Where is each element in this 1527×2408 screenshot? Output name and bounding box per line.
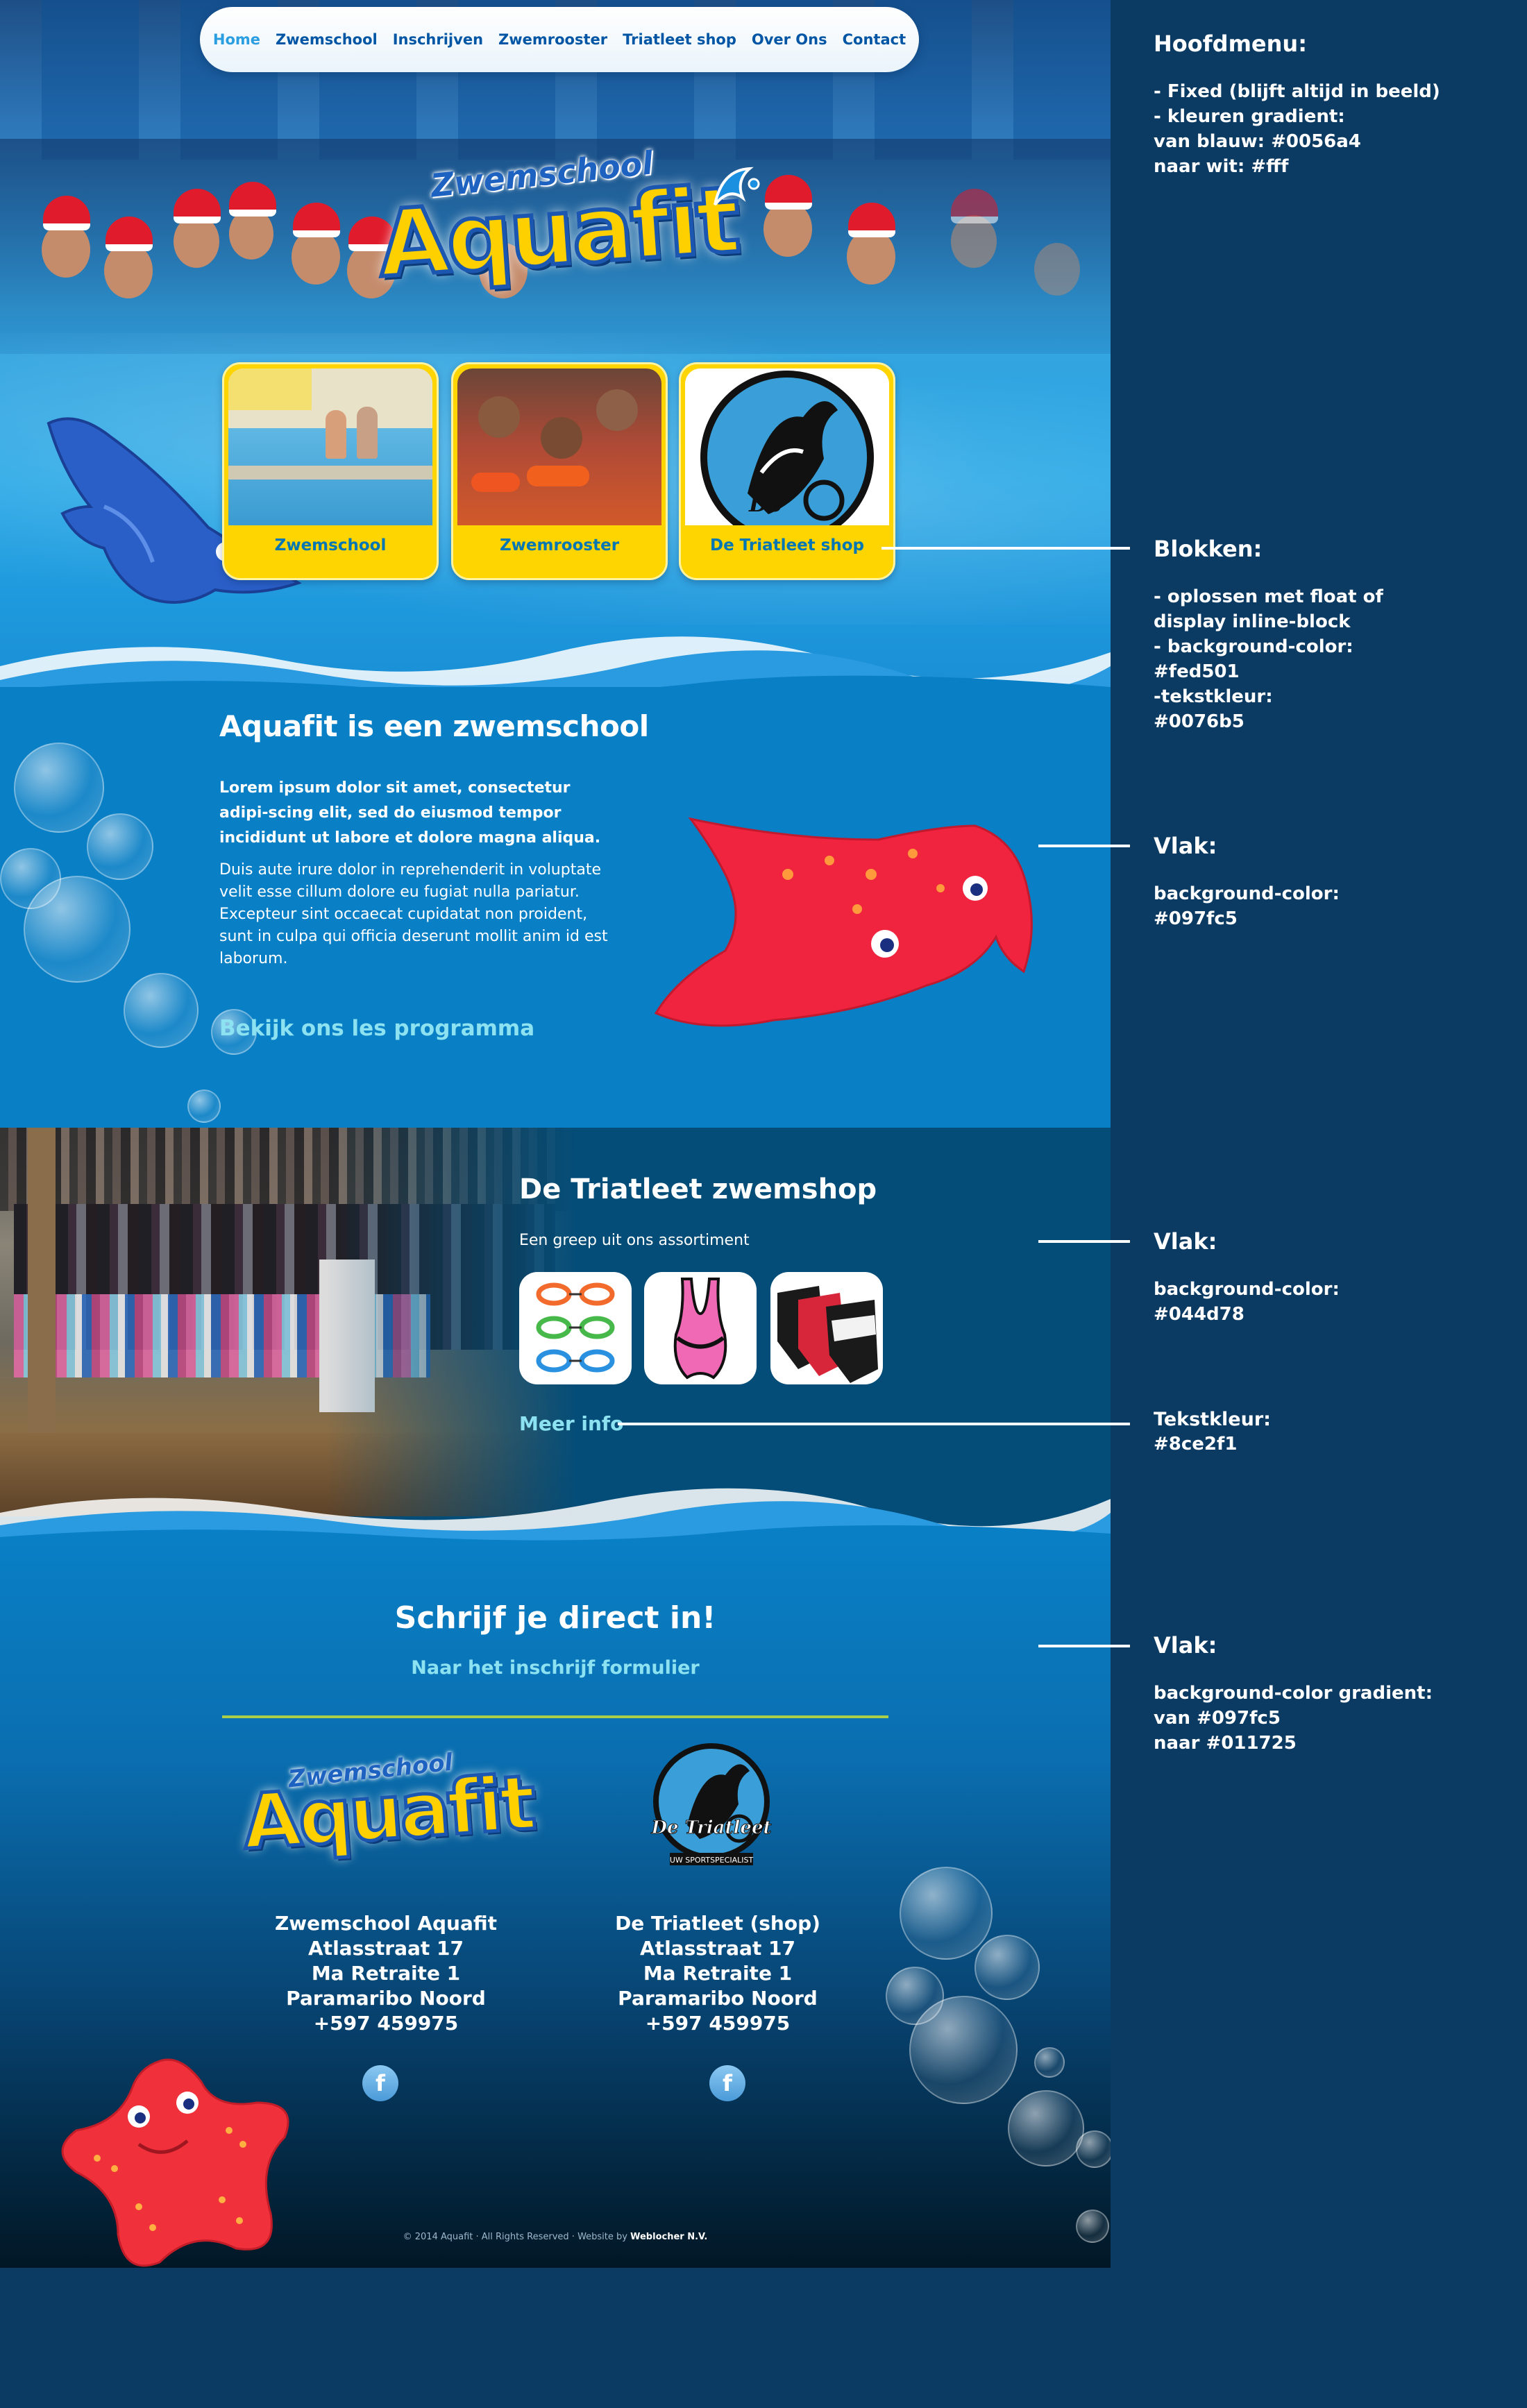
meer-info-link[interactable]: Meer info [519,1412,623,1435]
bubble [14,743,104,833]
logo-splash-icon [714,167,760,206]
triatleet-logo-tagline: UW SPORTSPECIALIST [670,1856,754,1865]
swimsuit-icon [673,1278,727,1380]
guide-line-tekstkleur [618,1423,1130,1425]
website-mockup: Zwemschool Aquafit Zwemschool Zwemrooste… [0,0,1111,2268]
guide-line-vlak-shop [1038,1240,1130,1243]
bubble [975,1935,1040,2000]
block-zwemrooster-photo [457,368,661,525]
annotation-title: Tekstkleur: [1154,1409,1271,1430]
triatleet-badge-text: De [748,491,782,517]
shop-section: De Triatleet zwemshop Een greep uit ons … [0,1128,1111,1541]
annotation-vlak-shop: Vlak: background-color: #044d78 [1154,1228,1340,1327]
phone-number: +597 459975 [313,2012,459,2035]
shop-title: De Triatleet zwemshop [519,1173,877,1205]
block-triatleet-shop[interactable]: De De Triatleet shop [679,362,895,580]
lesprogramma-link[interactable]: Bekijk ons les programma [219,1016,534,1041]
nav-contact[interactable]: Contact [843,31,906,48]
guide-line-vlak-intro [1038,845,1130,847]
phone-number: +597 459975 [645,2012,791,2035]
address-line: Zwemschool Aquafit [274,1912,498,1935]
bubble [187,1089,221,1123]
webdesigner-link[interactable]: Weblocher N.V. [630,2232,707,2242]
address-line: Atlasstraat 17 [640,1937,795,1960]
bubble [24,876,130,983]
annotation-text: - Fixed (blijft altijd in beeld) - kleur… [1154,81,1440,177]
inschrijf-formulier-link[interactable]: Naar het inschrijf formulier [0,1657,1111,1679]
hero-section: Zwemschool Aquafit Zwemschool Zwemrooste… [0,0,1111,687]
copyright: © 2014 Aquafit · All Rights Reserved · W… [0,2232,1111,2242]
product-goggles[interactable] [519,1272,632,1384]
signup-title: Schrijf je direct in! [394,1600,716,1636]
intro-lead: Lorem ipsum dolor sit amet, consectetur … [219,779,601,847]
block-zwemschool-photo [228,368,432,525]
block-zwemrooster-label: Zwemrooster [499,536,620,554]
intro-section: Aquafit is een zwemschool Lorem ipsum do… [0,687,1111,1128]
bubble [124,973,199,1048]
triatleet-badge-icon: De [700,371,874,525]
nav-zwemrooster[interactable]: Zwemrooster [498,31,607,48]
shorts-icon [777,1286,878,1383]
address-line: Ma Retraite 1 [643,1962,793,1985]
facebook-icon[interactable]: f [362,2065,398,2101]
annotation-vlak-footer: Vlak: background-color gradient: van #09… [1154,1632,1433,1756]
shop-subtitle: Een greep uit ons assortiment [519,1232,750,1249]
annotation-vlak-intro: Vlak: background-color: #097fc5 [1154,833,1340,931]
annotation-text: background-color: #097fc5 [1154,883,1340,929]
block-triatleet-logo: De [685,368,889,525]
block-zwemschool-label: Zwemschool [274,536,387,554]
goggles-icon [536,1282,615,1373]
nav-home[interactable]: Home [213,31,260,48]
main-menu: Home Zwemschool Inschrijven Zwemrooster … [200,7,919,72]
shop-wave-divider [0,1488,1111,1541]
bubble [909,1996,1018,2104]
annotation-title: Hoofdmenu: [1154,31,1307,57]
triatleet-logo: De Triatleet UW SPORTSPECIALIST [650,1743,772,1865]
annotation-title: Vlak: [1154,1228,1217,1255]
address-aquafit: Zwemschool Aquafit Atlasstraat 17 Ma Ret… [247,1911,525,2036]
address-triatleet: De Triatleet (shop) Atlasstraat 17 Ma Re… [579,1911,857,2036]
annotation-tekstkleur: Tekstkleur: #8ce2f1 [1154,1409,1271,1457]
intro-title: Aquafit is een zwemschool [219,709,649,743]
bubble [87,813,153,880]
bubble [1034,2047,1065,2078]
annotation-text: #8ce2f1 [1154,1434,1238,1455]
nav-triatleet-shop[interactable]: Triatleet shop [623,31,736,48]
copyright-text: © 2014 Aquafit · All Rights Reserved · W… [403,2232,627,2242]
bubble [900,1867,993,1960]
block-triatleet-label: De Triatleet shop [709,536,864,554]
nav-zwemschool[interactable]: Zwemschool [276,31,378,48]
triatleet-logo-text: De Triatleet [651,1817,772,1838]
annotation-title: Vlak: [1154,833,1217,859]
product-wetsuit-shorts[interactable] [770,1272,883,1384]
nav-over-ons[interactable]: Over Ons [752,31,827,48]
annotation-text: background-color gradient: van #097fc5 n… [1154,1683,1433,1754]
footer-logo-aquafit: Aquafit [239,1758,538,1868]
address-line: Paramaribo Noord [286,1987,486,2010]
address-line: Ma Retraite 1 [311,1962,461,1985]
annotation-text: - oplossen met float of display inline-b… [1154,586,1383,732]
signup-footer-section: Schrijf je direct in! Naar het inschrijf… [0,1541,1111,2268]
block-zwemschool[interactable]: Zwemschool [222,362,439,580]
address-line: Paramaribo Noord [618,1987,818,2010]
hero-wave-divider [0,636,1111,687]
block-zwemrooster[interactable]: Zwemrooster [451,362,668,580]
guide-line-blokken [881,547,1130,550]
guide-line-vlak-footer [1038,1645,1130,1647]
nav-inschrijven[interactable]: Inschrijven [393,31,483,48]
bubble [1076,2130,1111,2168]
annotation-hoofdmenu: Hoofdmenu: - Fixed (blijft altijd in bee… [1154,31,1440,179]
intro-body: Duis aute irure dolor in reprehenderit i… [219,861,608,967]
annotation-title: Vlak: [1154,1632,1217,1659]
stingray-toy-illustration [654,817,1033,1027]
address-line: Atlasstraat 17 [308,1937,464,1960]
address-line: De Triatleet (shop) [615,1912,820,1935]
facebook-icon[interactable]: f [709,2065,745,2101]
annotation-text: background-color: #044d78 [1154,1279,1340,1325]
annotation-title: Blokken: [1154,536,1263,562]
divider-line [222,1715,888,1718]
bubble [1008,2090,1084,2167]
product-swimsuit[interactable] [644,1272,757,1384]
annotation-blokken: Blokken: - oplossen met float of display… [1154,536,1383,734]
